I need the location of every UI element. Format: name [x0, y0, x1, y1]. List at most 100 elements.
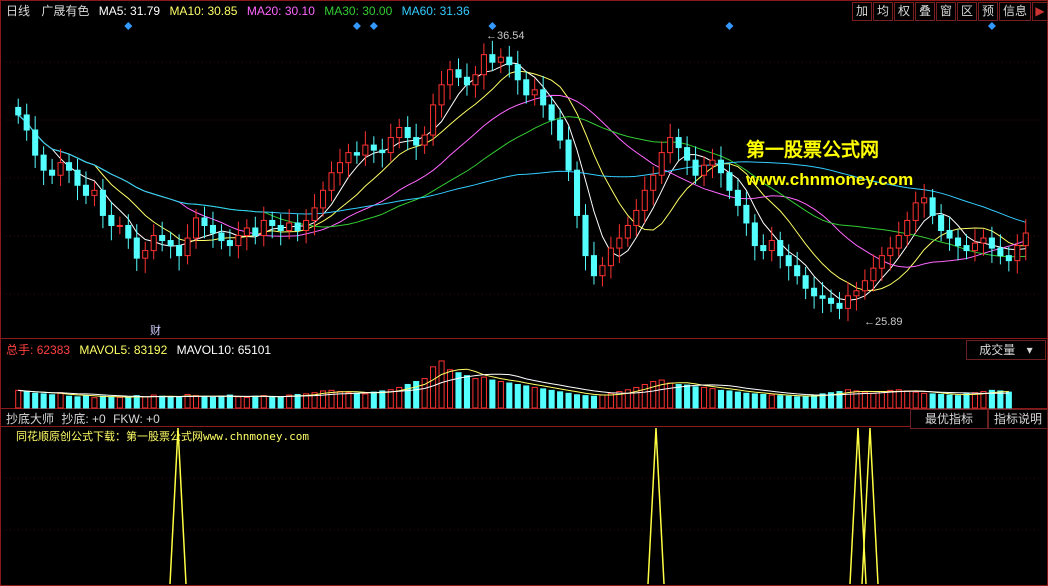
promo-text: 同花顺原创公式下载：第一股票公式网www.chnmoney.com — [16, 430, 309, 443]
volume-bar-down — [734, 391, 741, 409]
candle-up — [336, 162, 344, 174]
forecast-button[interactable]: 预 — [978, 2, 998, 21]
candle-down — [32, 129, 39, 156]
candle-down — [15, 106, 22, 116]
volume-bar-down — [506, 382, 513, 409]
candle-up — [472, 74, 479, 86]
volume-indicator-button[interactable]: 成交量 ▾ — [966, 340, 1046, 360]
rights-button[interactable]: 权 — [894, 2, 914, 21]
candle-up — [768, 240, 775, 252]
candle-up — [235, 235, 242, 247]
range-button[interactable]: 区 — [957, 2, 977, 21]
event-marker — [124, 22, 133, 30]
candle-up — [624, 224, 631, 239]
candle-up — [328, 172, 335, 191]
mavol10-line — [18, 373, 1009, 398]
candle-up — [243, 227, 250, 237]
candle-down — [125, 224, 132, 239]
volume-bar-up — [345, 392, 352, 409]
candle-down — [463, 76, 471, 86]
candle-up — [192, 217, 200, 239]
ma-line-ma60 — [17, 114, 1026, 223]
period-label: 日线 — [6, 4, 31, 18]
volume-bar-down — [946, 394, 953, 409]
add-button[interactable]: 加 — [852, 2, 872, 21]
volume-bar-down — [74, 396, 81, 409]
candle-down — [269, 219, 276, 226]
overlay-button[interactable]: 叠 — [915, 2, 935, 21]
candle-down — [379, 149, 386, 154]
candle-down — [1005, 255, 1012, 262]
candle-down — [760, 245, 767, 252]
volume-bar-down — [176, 396, 183, 409]
candle-up — [921, 197, 928, 204]
candle-down — [954, 237, 962, 247]
candle-down — [167, 240, 174, 247]
volume-bar-down — [269, 396, 276, 409]
candle-down — [819, 295, 826, 299]
best-indicator-button[interactable]: 最优指标 — [910, 409, 988, 429]
volume-bar-down — [353, 392, 360, 409]
top-markers — [124, 22, 996, 30]
candle-down — [74, 169, 81, 186]
volume-bar-down — [557, 391, 564, 409]
total-volume-label: 总手: — [6, 343, 34, 357]
candle-up — [184, 237, 191, 257]
average-button[interactable]: 均 — [873, 2, 893, 21]
arrow-right-icon[interactable]: ▶ — [1032, 2, 1048, 21]
volume-bar-up — [235, 396, 242, 409]
watermark-url: www.chnmoney.com — [746, 170, 914, 189]
candle-up — [844, 295, 852, 309]
finance-marker[interactable]: 财 — [150, 322, 161, 338]
candle-up — [912, 202, 919, 221]
candle-down — [827, 297, 835, 304]
low-price-label: ←25.89 — [864, 316, 903, 328]
candle-down — [65, 162, 73, 171]
candle-down — [802, 275, 809, 289]
volume-bar-down — [590, 395, 598, 409]
candle-up — [311, 207, 318, 221]
volume-bar-up — [116, 396, 123, 409]
candle-down — [751, 222, 758, 247]
volume-bar-down — [743, 392, 750, 409]
volume-bar-down — [489, 379, 496, 409]
volume-bar-up — [912, 391, 919, 409]
volume-bar-down — [514, 383, 521, 409]
candle-down — [590, 255, 598, 277]
volume-bar-up — [480, 376, 487, 409]
candle-down — [159, 235, 166, 242]
candle-up — [497, 56, 504, 63]
window-button[interactable]: 窗 — [936, 2, 956, 21]
candle-up — [861, 280, 868, 292]
volume-bar-down — [379, 390, 386, 409]
volume-bar-down — [218, 395, 225, 409]
candle-up — [91, 189, 98, 196]
candle-up — [57, 162, 64, 176]
candle-up — [362, 144, 369, 156]
candle-down — [785, 255, 792, 267]
candle-down — [938, 214, 945, 231]
volume-bar-down — [692, 386, 699, 409]
candle-down — [997, 247, 1004, 257]
volume-bar-down — [726, 390, 733, 409]
candle-down — [523, 79, 530, 96]
candle-up — [430, 104, 437, 136]
candle-up — [1022, 232, 1029, 247]
ma5-value: MA5: 31.79 — [98, 4, 161, 18]
volume-bar-down — [252, 395, 259, 409]
candle-down — [506, 56, 513, 66]
volume-bar-down — [226, 394, 233, 409]
candle-down — [573, 169, 581, 216]
signal-spike — [647, 427, 665, 585]
indicator-help-button[interactable]: 指标说明 — [988, 409, 1048, 429]
volume-header: 总手: 62383 MAVOL5: 83192 MAVOL10: 65101 — [6, 343, 271, 357]
volume-bar-down — [777, 395, 784, 409]
volume-bar-up — [641, 383, 648, 409]
info-button[interactable]: 信息 — [999, 2, 1031, 21]
volume-bar-up — [260, 395, 267, 409]
volume-bar-down — [125, 397, 132, 409]
candle-down — [209, 224, 217, 234]
volume-bar-up — [667, 382, 674, 409]
event-marker — [352, 22, 361, 30]
volume-bar-up — [446, 369, 454, 409]
